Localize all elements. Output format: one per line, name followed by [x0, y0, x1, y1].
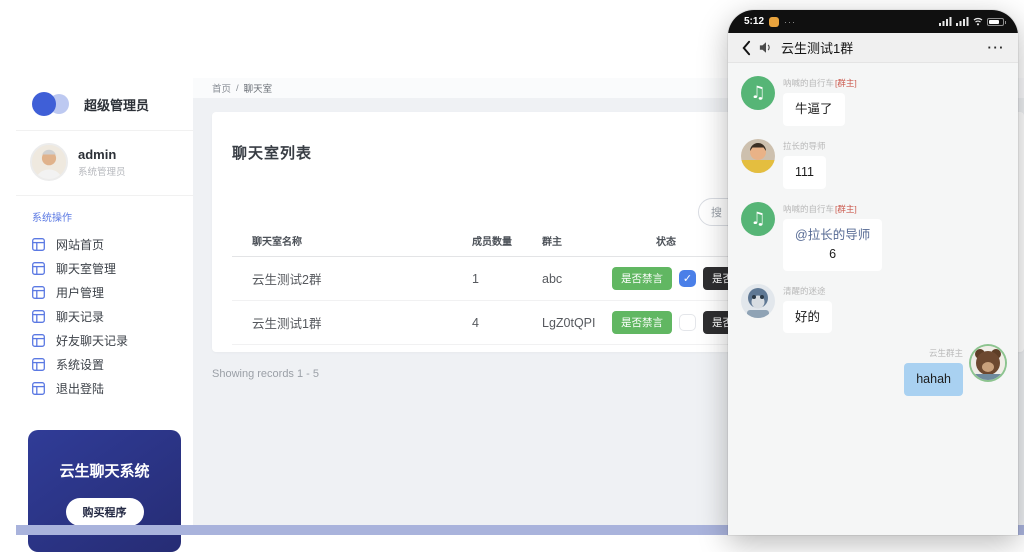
chat-message: ♫ 呐喊的自行车[群主] 牛逼了 — [741, 76, 1005, 126]
column-header-owner: 群主 — [542, 233, 612, 248]
person-photo-icon — [741, 139, 775, 173]
sender-name: 云生群主 — [929, 347, 963, 359]
promo-title: 云生聊天系统 — [59, 460, 151, 483]
bear-cartoon-avatar[interactable] — [971, 346, 1005, 380]
sidebar-item-label: 好友聊天记录 — [56, 332, 128, 349]
more-menu-icon[interactable]: ··· — [988, 40, 1006, 55]
sidebar-section-label: 系统操作 — [32, 209, 177, 224]
member-count: 1 — [472, 272, 542, 286]
sidebar-item-label: 网站首页 — [56, 236, 104, 253]
chat-message: ♫ 呐喊的自行车[群主] @拉长的导师 6 — [741, 202, 1005, 271]
clock: 5:12 — [744, 16, 764, 27]
sender-name: 呐喊的自行车[群主] — [783, 77, 857, 89]
layout-icon — [32, 358, 45, 371]
user-name: admin — [78, 147, 126, 162]
layout-icon — [32, 382, 45, 395]
user-avatar — [30, 143, 68, 181]
chatroom-name: 云生测试2群 — [252, 269, 472, 288]
message-bubble[interactable]: 好的 — [783, 301, 832, 334]
sidebar-item-label: 系统设置 — [56, 356, 104, 373]
admin-face-icon — [32, 145, 66, 179]
layout-icon — [32, 262, 45, 275]
chat-title: 云生测试1群 — [781, 38, 853, 57]
sender-name: 清醒的迷途 — [783, 285, 832, 297]
mute-checkbox[interactable]: ✓ — [679, 314, 696, 331]
message-bubble[interactable]: 牛逼了 — [783, 93, 845, 126]
group-owner: abc — [542, 272, 612, 286]
music-note-icon: ♫ — [750, 209, 765, 229]
layout-icon — [32, 334, 45, 347]
phone-screenshot: 5:12 ··· 云生测试1群 ··· ♫ 呐喊的自行车[群主] 牛逼了 — [728, 10, 1018, 535]
mute-badge: 是否禁言 — [612, 267, 672, 290]
music-note-icon: ♫ — [750, 83, 765, 103]
music-note-avatar[interactable]: ♫ — [741, 76, 775, 110]
brand-logo-icon — [32, 91, 72, 117]
column-header-name: 聊天室名称 — [252, 233, 472, 248]
back-icon[interactable] — [741, 40, 751, 56]
chat-message: 拉长的导师 111 — [741, 139, 1005, 189]
buy-program-button[interactable]: 购买程序 — [66, 498, 144, 526]
sidebar-item-label: 聊天室管理 — [56, 260, 116, 277]
bear-cartoon-icon — [971, 346, 1005, 380]
group-owner-tag: [群主] — [835, 204, 857, 214]
records-summary: Showing records 1 - 5 — [212, 368, 319, 380]
recording-indicator-icon — [769, 17, 779, 27]
chat-message-list: ♫ 呐喊的自行车[群主] 牛逼了 拉长的导师 111 ♫ 呐喊的自行车[群主] … — [728, 63, 1018, 396]
message-bubble[interactable]: @拉长的导师 6 — [783, 219, 882, 271]
sidebar-item-chat-records[interactable]: 聊天记录 — [16, 304, 193, 328]
sidebar-item-logout[interactable]: 退出登陆 — [16, 376, 193, 400]
message-bubble[interactable]: 111 — [783, 156, 826, 189]
group-owner-tag: [群主] — [835, 78, 857, 88]
person-photo-avatar[interactable] — [741, 139, 775, 173]
phone-status-bar: 5:12 ··· — [728, 10, 1018, 33]
network-icon — [973, 17, 983, 26]
layout-icon — [32, 286, 45, 299]
brand-header: 超级管理员 — [16, 78, 193, 131]
mute-checkbox[interactable]: ✓ — [679, 270, 696, 287]
mute-badge: 是否禁言 — [612, 311, 672, 334]
sidebar: 超级管理员 admin 系统管理员 系统操作 网站首页 聊天室 — [16, 78, 193, 525]
layout-icon — [32, 238, 45, 251]
sidebar-item-user-admin[interactable]: 用户管理 — [16, 280, 193, 304]
breadcrumb-current: 聊天室 — [244, 81, 273, 95]
mention-link[interactable]: @拉长的导师 — [795, 228, 870, 242]
status-icons — [939, 17, 1004, 26]
sidebar-item-label: 用户管理 — [56, 284, 104, 301]
chat-nav-bar: 云生测试1群 ··· — [728, 33, 1018, 63]
breadcrumb-separator: / — [236, 83, 239, 94]
sidebar-item-label: 退出登陆 — [56, 380, 104, 397]
sidebar-item-label: 聊天记录 — [56, 308, 104, 325]
breadcrumb-home[interactable]: 首页 — [212, 81, 231, 95]
message-bubble[interactable]: hahah — [904, 363, 963, 396]
speaker-icon — [759, 41, 773, 54]
signal-icon — [956, 17, 969, 26]
music-note-avatar[interactable]: ♫ — [741, 202, 775, 236]
sidebar-item-system-settings[interactable]: 系统设置 — [16, 352, 193, 376]
signal-icon — [939, 17, 952, 26]
chat-message: 清醒的迷途 好的 — [741, 284, 1005, 334]
chatroom-name: 云生测试1群 — [252, 313, 472, 332]
column-header-members: 成员数量 — [472, 233, 542, 248]
user-role: 系统管理员 — [78, 164, 126, 178]
brand-name: 超级管理员 — [84, 95, 149, 114]
battery-icon — [987, 18, 1004, 26]
layout-icon — [32, 310, 45, 323]
sidebar-item-friend-chat-records[interactable]: 好友聊天记录 — [16, 328, 193, 352]
sender-name: 呐喊的自行车[群主] — [783, 203, 882, 215]
sidebar-item-home[interactable]: 网站首页 — [16, 232, 193, 256]
sidebar-item-chatroom-admin[interactable]: 聊天室管理 — [16, 256, 193, 280]
owl-cartoon-avatar[interactable] — [741, 284, 775, 318]
owl-cartoon-icon — [741, 284, 775, 318]
current-user-panel: admin 系统管理员 — [16, 131, 193, 196]
sender-name: 拉长的导师 — [783, 140, 826, 152]
chat-message-outgoing: 云生群主 hahah — [741, 346, 1005, 396]
member-count: 4 — [472, 316, 542, 330]
status-dots: ··· — [784, 17, 796, 27]
group-owner: LgZ0tQPI — [542, 316, 612, 330]
